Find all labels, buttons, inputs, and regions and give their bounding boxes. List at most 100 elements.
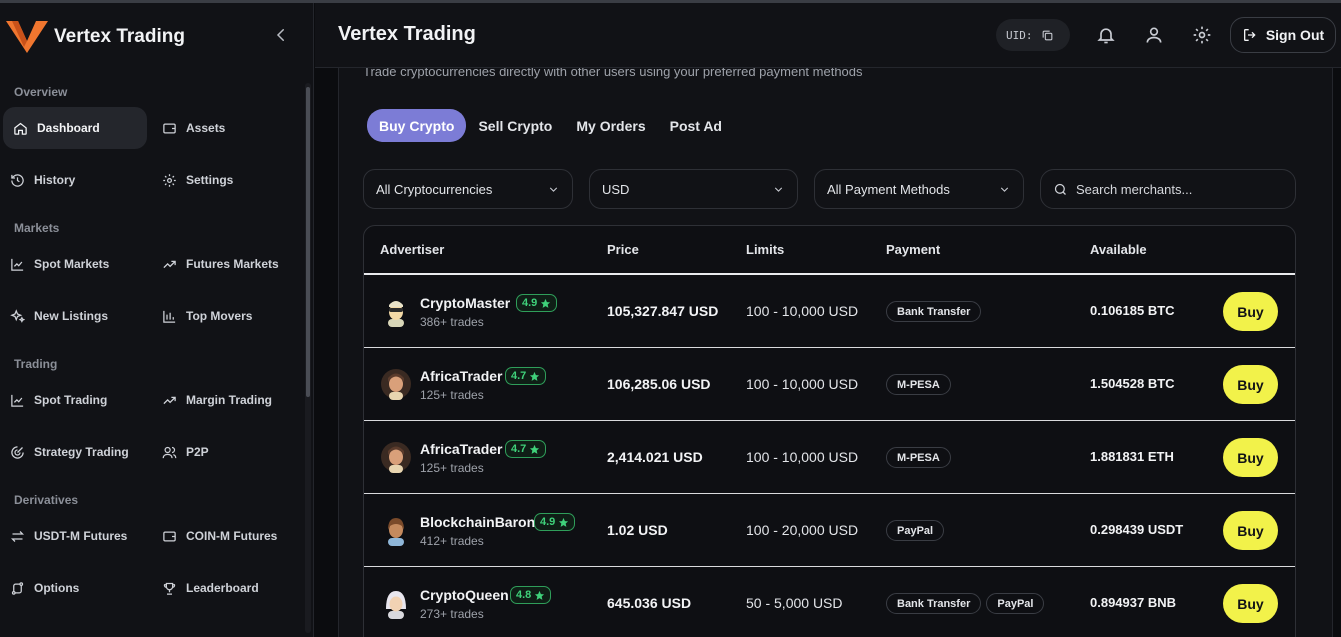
sidebar-item-spot-trading[interactable]: Spot Trading xyxy=(0,379,144,421)
trade-count: 386+ trades xyxy=(420,315,484,329)
rating-badge: 4.7 xyxy=(505,440,547,458)
crypto-filter-value: All Cryptocurrencies xyxy=(376,181,493,197)
sidebar-item-new-listings[interactable]: New Listings xyxy=(0,295,144,337)
available-amount: 0.106185 BTC xyxy=(1090,303,1175,318)
tab-sell-crypto[interactable]: Sell Crypto xyxy=(466,109,564,142)
payment-tag: PayPal xyxy=(886,520,945,541)
merchant-search[interactable] xyxy=(1040,169,1296,209)
offer-limits: 100 - 20,000 USD xyxy=(746,522,859,538)
buy-button[interactable]: Buy xyxy=(1223,292,1278,331)
section-label-overview: Overview xyxy=(14,85,68,99)
available-amount: 1.504528 BTC xyxy=(1090,376,1175,391)
sidebar-item-coin-m-futures[interactable]: COIN-M Futures xyxy=(152,515,302,557)
sidebar-item-strategy-trading[interactable]: Strategy Trading xyxy=(0,431,150,473)
advertiser-name[interactable]: CryptoMaster xyxy=(420,295,510,311)
tab-buy-crypto[interactable]: Buy Crypto xyxy=(367,109,467,142)
main-content: Trade cryptocurrencies directly with oth… xyxy=(315,68,1341,637)
sidebar-item-label: Dashboard xyxy=(37,121,100,135)
currency-filter-value: USD xyxy=(602,181,630,197)
payment-methods: PayPal xyxy=(886,520,945,541)
buy-button[interactable]: Buy xyxy=(1223,584,1278,623)
table-row[interactable]: BlockchainBaron 4.9 412+ trades 1.02 USD… xyxy=(364,494,1295,567)
sidebar-scrollbar-thumb[interactable] xyxy=(306,87,310,397)
copy-icon[interactable] xyxy=(1041,29,1054,42)
user-icon[interactable] xyxy=(1144,25,1164,45)
advertiser-name[interactable]: BlockchainBaron xyxy=(420,514,535,530)
sidebar-item-label: Margin Trading xyxy=(186,393,273,407)
chevron-left-icon[interactable] xyxy=(272,26,290,44)
offer-price: 106,285.06 USD xyxy=(607,376,711,392)
sidebar-item-assets[interactable]: Assets xyxy=(152,107,296,149)
offer-price: 645.036 USD xyxy=(607,595,692,611)
p2p-tabs: Buy Crypto Sell Crypto My Orders Post Ad xyxy=(367,109,734,142)
options-icon xyxy=(11,581,24,595)
top-header: Vertex Trading UID: Sign Out xyxy=(315,3,1341,68)
sidebar-item-dashboard[interactable]: Dashboard xyxy=(3,107,147,149)
trending-up-icon xyxy=(163,396,176,404)
advertiser-name[interactable]: AfricaTrader xyxy=(420,441,502,457)
sidebar-item-label: Top Movers xyxy=(186,309,253,323)
sidebar-item-p2p[interactable]: P2P xyxy=(152,431,296,473)
advertiser-name[interactable]: AfricaTrader xyxy=(420,368,502,384)
rating-badge: 4.7 xyxy=(505,367,547,385)
uid-badge[interactable]: UID: xyxy=(996,19,1070,51)
brand[interactable]: Vertex Trading xyxy=(6,17,185,57)
buy-button[interactable]: Buy xyxy=(1223,365,1278,404)
payment-tag: PayPal xyxy=(986,593,1045,614)
column-header-payment: Payment xyxy=(886,242,941,257)
brand-name: Vertex Trading xyxy=(54,26,185,47)
sidebar-item-futures-markets[interactable]: Futures Markets xyxy=(152,243,302,285)
tab-my-orders[interactable]: My Orders xyxy=(564,109,657,142)
rating-badge: 4.9 xyxy=(534,513,576,531)
currency-filter-select[interactable]: USD xyxy=(589,169,798,209)
table-row[interactable]: AfricaTrader 4.7 125+ trades 2,414.021 U… xyxy=(364,421,1295,494)
avatar xyxy=(388,518,404,546)
crypto-filter-select[interactable]: All Cryptocurrencies xyxy=(363,169,573,209)
sidebar-item-margin-trading[interactable]: Margin Trading xyxy=(152,379,302,421)
buy-button[interactable]: Buy xyxy=(1223,511,1278,550)
section-label-derivatives: Derivatives xyxy=(14,493,79,507)
payment-methods: Bank Transfer PayPal xyxy=(886,593,1045,614)
payment-methods: M-PESA xyxy=(886,374,951,395)
gear-icon[interactable] xyxy=(1192,25,1212,45)
offer-limits: 50 - 5,000 USD xyxy=(746,595,843,611)
sidebar-item-top-movers[interactable]: Top Movers xyxy=(152,295,296,337)
trade-count: 125+ trades xyxy=(420,461,484,475)
tab-post-ad[interactable]: Post Ad xyxy=(658,109,734,142)
star-icon xyxy=(530,444,540,454)
chevron-down-icon xyxy=(549,187,558,192)
star-icon xyxy=(541,298,551,308)
sign-out-button[interactable]: Sign Out xyxy=(1230,17,1336,53)
table-header: Advertiser Price Limits Payment Availabl… xyxy=(364,226,1295,275)
available-amount: 0.298439 USDT xyxy=(1090,522,1184,537)
sidebar-item-history[interactable]: History xyxy=(0,159,144,201)
advertiser-name[interactable]: CryptoQueen xyxy=(420,587,509,603)
star-icon xyxy=(535,590,545,600)
offer-price: 1.02 USD xyxy=(607,522,668,538)
sidebar-item-leaderboard[interactable]: Leaderboard xyxy=(152,567,296,609)
payment-methods: Bank Transfer xyxy=(886,301,982,322)
payment-filter-select[interactable]: All Payment Methods xyxy=(814,169,1024,209)
available-amount: 1.881831 ETH xyxy=(1090,449,1174,464)
chevron-down-icon xyxy=(774,187,783,192)
avatar xyxy=(381,442,411,473)
column-header-available: Available xyxy=(1090,242,1147,257)
column-header-limits: Limits xyxy=(746,242,785,257)
table-row[interactable]: CryptoMaster 4.9 386+ trades 105,327.847… xyxy=(364,275,1295,348)
strategy-icon xyxy=(11,445,24,459)
table-row[interactable]: CryptoQueen 4.8 273+ trades 645.036 USD … xyxy=(364,567,1295,637)
table-row[interactable]: AfricaTrader 4.7 125+ trades 106,285.06 … xyxy=(364,348,1295,421)
sidebar-item-settings[interactable]: Settings xyxy=(152,159,296,201)
sidebar-item-spot-markets[interactable]: Spot Markets xyxy=(0,243,144,285)
bell-icon[interactable] xyxy=(1096,25,1116,45)
payment-tag: Bank Transfer xyxy=(886,301,982,322)
offer-limits: 100 - 10,000 USD xyxy=(746,376,859,392)
trade-count: 412+ trades xyxy=(420,534,484,548)
sidebar-item-options[interactable]: Options xyxy=(0,567,144,609)
buy-button[interactable]: Buy xyxy=(1223,438,1278,477)
rating-value: 4.8 xyxy=(516,589,532,601)
offer-limits: 100 - 10,000 USD xyxy=(746,303,859,319)
search-input[interactable] xyxy=(1076,181,1276,197)
sidebar-item-usdt-m-futures[interactable]: USDT-M Futures xyxy=(0,515,144,557)
payment-filter-value: All Payment Methods xyxy=(827,181,950,197)
